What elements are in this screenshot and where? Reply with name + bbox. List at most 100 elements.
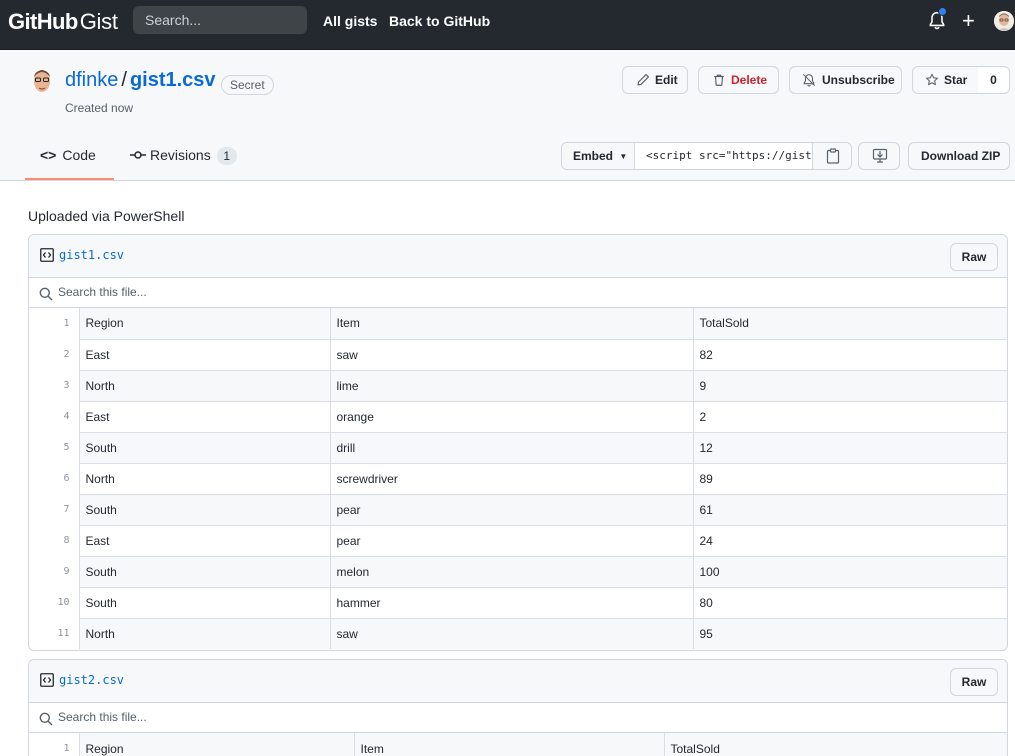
- unsubscribe-label: Unsubscribe: [822, 73, 895, 87]
- visibility-badge: Secret: [221, 75, 274, 95]
- tab-revisions-label: Revisions: [150, 147, 211, 163]
- search-icon: [39, 287, 53, 301]
- file-name-link[interactable]: gist2.csv: [59, 673, 124, 687]
- file-search-placeholder: Search this file...: [58, 710, 147, 724]
- line-number[interactable]: 1: [29, 308, 79, 339]
- gist-name-link[interactable]: gist1.csv: [130, 69, 216, 91]
- column-header: Region: [78, 733, 354, 756]
- column-header: TotalSold: [663, 733, 1007, 756]
- line-number[interactable]: 6: [29, 463, 79, 494]
- line-number[interactable]: 4: [29, 401, 79, 432]
- line-number[interactable]: 8: [29, 525, 79, 556]
- line-number[interactable]: 1: [29, 733, 79, 756]
- table-cell: orange: [329, 400, 693, 432]
- column-header: TotalSold: [692, 308, 1007, 339]
- tab-code-label: Code: [62, 147, 96, 163]
- table-cell: pear: [329, 493, 693, 525]
- table-cell: 89: [692, 462, 1007, 494]
- embed-url-input[interactable]: <script src="https://gist.github.com/dfi…: [636, 143, 812, 169]
- table-cell: hammer: [329, 586, 693, 618]
- table-row: 11 North saw 95: [29, 617, 1007, 649]
- search-input[interactable]: Search...: [133, 6, 307, 34]
- logo-github-text: GitHub: [8, 9, 78, 34]
- download-zip-button[interactable]: Download ZIP: [908, 142, 1010, 170]
- star-icon: [926, 73, 938, 86]
- embed-label: Embed: [573, 149, 614, 163]
- table-cell: saw: [329, 617, 693, 649]
- table-cell: screwdriver: [329, 462, 693, 494]
- table-row: 7 South pear 61: [29, 493, 1007, 525]
- table-cell: melon: [329, 555, 693, 587]
- trash-icon: [714, 74, 724, 86]
- line-number[interactable]: 7: [29, 494, 79, 525]
- gist-title: dfinke / gist1.csv: [65, 69, 216, 92]
- open-with-desktop-button[interactable]: [858, 142, 900, 170]
- created-timestamp: Created now: [65, 101, 134, 115]
- raw-button[interactable]: Raw: [950, 668, 998, 696]
- table-cell: 80: [692, 586, 1007, 618]
- table-cell: 2: [692, 400, 1007, 432]
- file-search[interactable]: Search this file...: [29, 278, 1007, 308]
- column-header: Item: [329, 308, 693, 339]
- table-row: 3 North lime 9: [29, 369, 1007, 401]
- column-header: Region: [78, 308, 330, 339]
- table-cell: North: [78, 369, 330, 401]
- file-name-link[interactable]: gist1.csv: [59, 248, 124, 262]
- desktop-download-icon: [872, 148, 888, 163]
- table-cell: 61: [692, 493, 1007, 525]
- delete-button[interactable]: Delete: [698, 66, 779, 94]
- bell-slash-icon: [802, 73, 816, 87]
- table-header-row: 1 Region Item TotalSold: [29, 308, 1007, 339]
- github-gist-logo[interactable]: GitHubGist: [8, 9, 118, 39]
- line-number[interactable]: 9: [29, 556, 79, 587]
- line-number[interactable]: 2: [29, 339, 79, 370]
- table-cell: South: [78, 555, 330, 587]
- line-number[interactable]: 3: [29, 370, 79, 401]
- back-to-github-link[interactable]: Back to GitHub: [389, 13, 490, 29]
- all-gists-link[interactable]: All gists: [323, 13, 377, 29]
- table-row: 10 South hammer 80: [29, 586, 1007, 618]
- edit-label: Edit: [655, 73, 678, 87]
- table-cell: drill: [329, 431, 693, 463]
- table-row: 2 East saw 82: [29, 338, 1007, 370]
- table-row: 9 South melon 100: [29, 555, 1007, 587]
- tab-revisions[interactable]: Revisions 1: [130, 147, 237, 165]
- table-cell: South: [78, 493, 330, 525]
- csv-table: 1 Region Item TotalSold 2 East saw 82 3 North lime…: [29, 308, 1007, 649]
- code-brackets-icon: <>: [40, 147, 57, 163]
- tab-code[interactable]: <> Code: [40, 147, 96, 163]
- clipboard-icon: [826, 148, 840, 164]
- unsubscribe-button[interactable]: Unsubscribe: [789, 66, 902, 94]
- table-cell: South: [78, 431, 330, 463]
- table-cell: 95: [692, 617, 1007, 649]
- table-cell: East: [78, 338, 330, 370]
- commit-icon: [130, 151, 146, 159]
- file-search[interactable]: Search this file...: [29, 703, 1007, 733]
- star-count[interactable]: 0: [978, 66, 1010, 94]
- user-avatar[interactable]: [994, 11, 1014, 31]
- table-cell: East: [78, 524, 330, 556]
- copy-button[interactable]: [812, 143, 851, 169]
- star-label: Star: [944, 73, 968, 87]
- raw-button[interactable]: Raw: [950, 243, 998, 271]
- file-box: gist1.csv Raw Search this file... 1 Regio…: [28, 234, 1008, 651]
- file-header: gist2.csv Raw: [29, 660, 1007, 703]
- table-cell: 100: [692, 555, 1007, 587]
- table-cell: 82: [692, 338, 1007, 370]
- gist-owner-link[interactable]: dfinke: [65, 69, 118, 91]
- file-box: gist2.csv Raw Search this file... 1 Regio…: [28, 659, 1008, 756]
- file-code-icon: [40, 248, 54, 262]
- line-number[interactable]: 11: [29, 618, 79, 649]
- line-number[interactable]: 10: [29, 587, 79, 618]
- star-button[interactable]: Star: [912, 66, 979, 94]
- create-new-icon[interactable]: +: [962, 10, 980, 32]
- owner-avatar[interactable]: [31, 67, 53, 97]
- active-tab-indicator: [25, 178, 114, 180]
- table-row: 8 East pear 24: [29, 524, 1007, 556]
- file-code-icon: [40, 673, 54, 687]
- table-cell: 9: [692, 369, 1007, 401]
- embed-select[interactable]: Embed ▼: [562, 143, 635, 169]
- table-cell: East: [78, 400, 330, 432]
- edit-button[interactable]: Edit: [622, 66, 688, 94]
- line-number[interactable]: 5: [29, 432, 79, 463]
